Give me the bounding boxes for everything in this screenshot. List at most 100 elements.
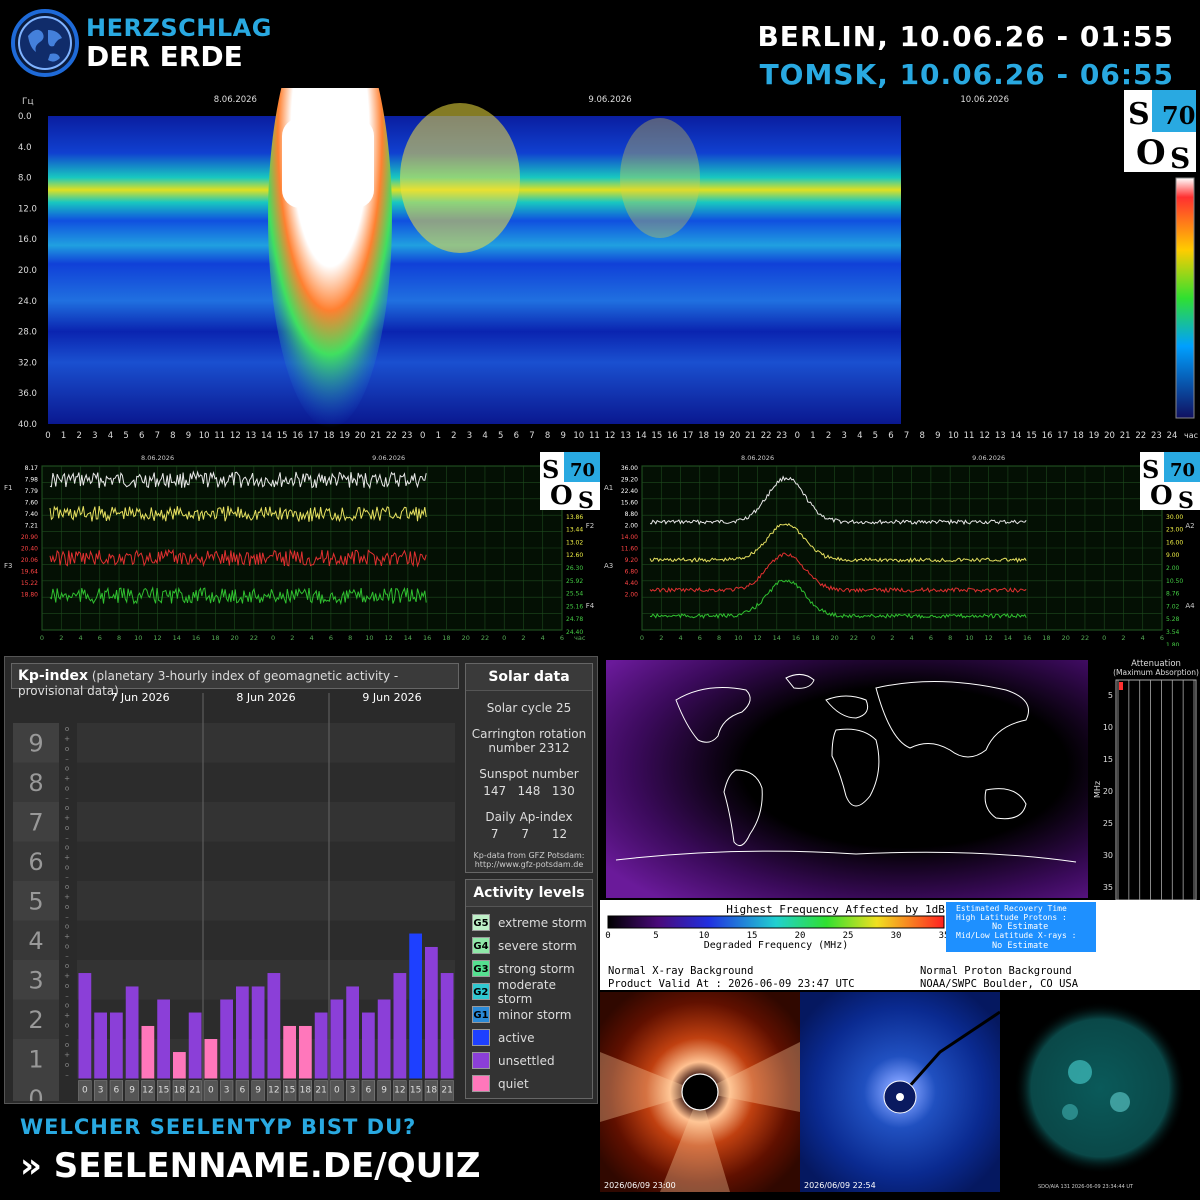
chart-right-label: 3.54 (1166, 629, 1180, 636)
activity-swatch: G5 (472, 914, 490, 931)
spectro-x-unit: час (1184, 431, 1198, 440)
quiz-question: WELCHER SEELENTYP BIST DU? (20, 1115, 417, 1139)
kp-hour-end: 9 (114, 1101, 120, 1102)
chart-right-label: 8.76 (1166, 591, 1180, 598)
chart-x-tick: 14 (1004, 634, 1012, 642)
chart-right-label: 10.50 (1166, 578, 1183, 585)
chart-x-tick: 6 (1160, 634, 1164, 642)
activity-swatch: G4 (472, 937, 490, 954)
chart-x-tick: 6 (698, 634, 702, 642)
chart-right-label: 12.60 (566, 552, 583, 559)
svg-text:o: o (65, 725, 69, 733)
spectro-x-tick: 20 (1104, 431, 1115, 441)
kp-hour-start: 6 (240, 1086, 246, 1096)
chart-left-label: 19.64 (21, 569, 38, 576)
chart-right-label: 16.00 (1166, 539, 1183, 546)
brand-title-bottom: DER ERDE (86, 40, 243, 73)
kp-hour-end: 3 (208, 1101, 214, 1102)
kp-level-label: 6 (28, 848, 43, 876)
kp-hour-start: 3 (98, 1086, 104, 1096)
kp-bar (425, 946, 438, 1079)
spectro-x-tick: 5 (123, 431, 128, 441)
noaa-credit: NOAA/SWPC Boulder, CO USA (920, 978, 1079, 990)
chart-left-label: 20.40 (21, 546, 38, 553)
svg-text:–: – (65, 913, 69, 921)
chart-right-label: 7.02 (1166, 603, 1180, 610)
chart-date-label: 8.06.2026 (141, 454, 174, 462)
svg-text:+: + (64, 854, 70, 862)
ap-values: 7 7 12 (490, 827, 568, 841)
chart-x-tick: 20 (462, 634, 470, 642)
spectro-x-tick: 16 (667, 431, 678, 441)
kp-level-label: 7 (28, 808, 43, 836)
kp-bar (236, 986, 249, 1079)
spectro-x-tick: 17 (1057, 431, 1068, 441)
spectro-x-tick: 13 (246, 431, 257, 441)
kp-hour-start: 15 (410, 1086, 421, 1096)
kp-hour-end: 3 (82, 1101, 88, 1102)
chart-right-label: 13.02 (566, 539, 583, 546)
spectro-x-tick: 12 (979, 431, 990, 441)
spectro-x-tick: 7 (904, 431, 909, 441)
spectro-x-tick: 7 (155, 431, 160, 441)
spectro-x-tick: 23 (1151, 431, 1162, 441)
kp-hour-end: 12 (378, 1101, 389, 1102)
svg-text:o: o (65, 883, 69, 891)
kp-hour-end: 21 (426, 1101, 437, 1102)
spectrogram-saturation (282, 118, 374, 208)
brand-title-top: HERZSCHLAG (86, 14, 272, 42)
activity-level-item: G4 severe storm (466, 934, 592, 957)
spectro-x-tick: 3 (841, 431, 846, 441)
chart-left-label: 8.17 (25, 465, 39, 472)
activity-swatch: G3 (472, 960, 490, 977)
kp-bar (377, 999, 391, 1079)
spectro-x-tick: 4 (482, 431, 487, 441)
chart-x-tick: 12 (985, 634, 993, 642)
kp-level-label: 0 (28, 1085, 43, 1101)
activity-label: strong storm (498, 961, 575, 976)
activity-swatch: G2 (472, 983, 490, 1000)
chart-left-label: 14.00 (621, 534, 638, 541)
atten-y-tick: 10 (1103, 723, 1113, 732)
spectrogram-burst-2 (400, 103, 520, 253)
activity-label: extreme storm (498, 915, 587, 930)
chart-left-label: 8.80 (625, 511, 639, 518)
svg-text:S: S (1142, 455, 1159, 484)
svg-text:o: o (65, 1041, 69, 1049)
spectro-x-tick: 11 (214, 431, 225, 441)
chart-right-label: 24.40 (566, 629, 583, 636)
kp-hour-start: 21 (441, 1086, 452, 1096)
series-name-label: F4 (586, 602, 595, 610)
svg-text:–: – (65, 874, 69, 882)
spectro-x-tick: 9 (186, 431, 191, 441)
tomsk-timestamp: TOMSK, 10.06.26 - 06:55 (759, 58, 1174, 91)
kp-hour-end: 24 (189, 1101, 201, 1102)
activity-swatch (472, 1052, 490, 1069)
quiz-link[interactable]: » SEELENNAME.DE/QUIZ (20, 1146, 481, 1186)
kp-hour-end: 6 (98, 1101, 104, 1102)
chart-right-label: 9.00 (1166, 552, 1180, 559)
kp-hour-end: 18 (158, 1101, 170, 1102)
sos-letter-s2: S (1170, 142, 1190, 175)
kp-bar (314, 1012, 328, 1079)
drap-legend: Highest Frequency Affected by 1dB Absorp… (600, 900, 1200, 990)
kp-bar (267, 973, 281, 1079)
spectro-x-tick: 18 (324, 431, 335, 441)
carrington-number: number 2312 (488, 741, 570, 755)
chart-x-tick: 2 (659, 634, 663, 642)
kp-bar (330, 999, 344, 1079)
c3-timestamp: 2026/06/09 22:54 (804, 1181, 876, 1190)
activity-swatch: G1 (472, 1006, 490, 1023)
spectro-x-tick: 12 (605, 431, 616, 441)
activity-level-item: unsettled (466, 1049, 592, 1072)
kp-source-link[interactable]: http://www.gfz-potsdam.de (466, 860, 592, 869)
spectro-x-tick: 17 (683, 431, 694, 441)
activity-label: moderate storm (497, 977, 556, 1006)
drap-legend-tick: 30 (891, 931, 902, 941)
spectro-x-tick: 9 (560, 431, 565, 441)
spectro-x-tick: 22 (1135, 431, 1146, 441)
spectro-x-tick: 2 (451, 431, 456, 441)
xray-status: Normal X-ray Background (608, 965, 753, 977)
chart-date-label: 8.06.2026 (741, 454, 774, 462)
series-name-label: A1 (604, 484, 613, 492)
